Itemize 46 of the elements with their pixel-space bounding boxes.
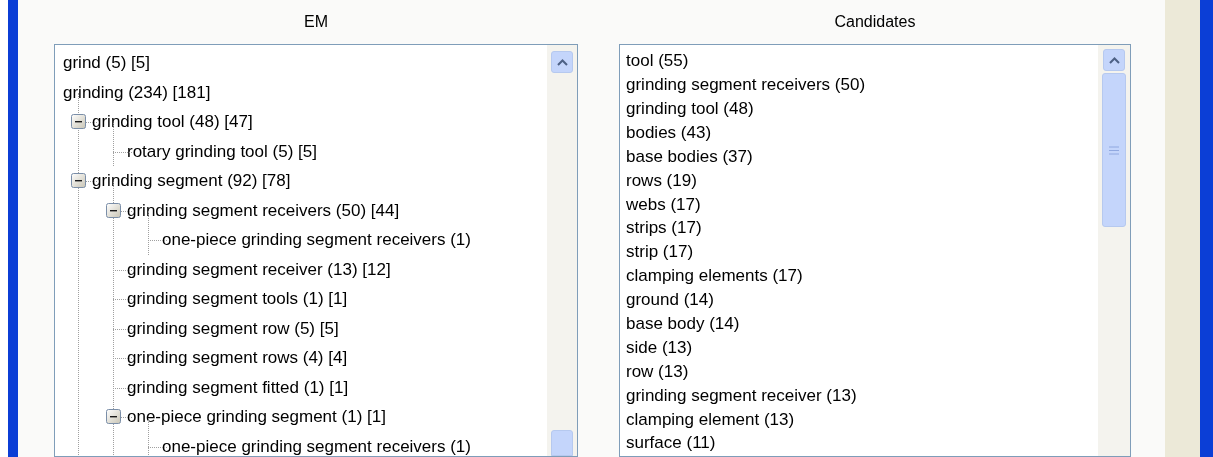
- tree-item[interactable]: grinding segment receivers (50) [44]: [127, 197, 400, 223]
- chevron-up-icon: [556, 58, 568, 66]
- list-item[interactable]: rows (19): [626, 167, 697, 194]
- tree-item[interactable]: grinding tool (48) [47]: [92, 109, 253, 135]
- tree-item[interactable]: grinding segment (92) [78]: [92, 168, 291, 194]
- collapse-icon[interactable]: [106, 409, 121, 425]
- list-item[interactable]: base body (14): [626, 311, 740, 337]
- list-item[interactable]: bodies (43): [626, 119, 712, 146]
- list-item[interactable]: tool (55): [626, 48, 689, 74]
- scrollbar[interactable]: [1098, 45, 1130, 456]
- scroll-up-button[interactable]: [1103, 49, 1125, 71]
- tree-item[interactable]: grinding segment row (5) [5]: [127, 315, 339, 341]
- tree-item[interactable]: grinding segment receiver (13) [12]: [127, 256, 391, 282]
- list-item[interactable]: ground (14): [626, 287, 714, 313]
- list-item[interactable]: base bodies (37): [626, 143, 753, 170]
- collapse-icon[interactable]: [71, 173, 86, 189]
- chevron-up-icon: [1108, 56, 1120, 64]
- tree-item[interactable]: one-piece grinding segment receivers (1): [162, 227, 471, 253]
- tree-item[interactable]: one-piece grinding segment (1) [1]: [127, 404, 386, 430]
- tree-item[interactable]: one-piece grinding segment receivers (1): [162, 433, 471, 456]
- scroll-thumb[interactable]: [551, 430, 573, 456]
- tree-item[interactable]: rotary grinding tool (5) [5]: [127, 138, 317, 164]
- list-item[interactable]: grinding tool (48): [626, 96, 754, 122]
- tree-item[interactable]: grinding segment tools (1) [1]: [127, 286, 348, 312]
- grip-icon: [1109, 145, 1119, 155]
- list-item[interactable]: row (13): [626, 358, 689, 385]
- scrollbar[interactable]: [547, 45, 577, 456]
- list-item[interactable]: clamping element (13): [626, 406, 795, 433]
- tree-item[interactable]: grinding (234) [181]: [63, 79, 211, 105]
- list-item[interactable]: webs (17): [626, 191, 701, 218]
- list-item[interactable]: clamping elements (17): [626, 263, 803, 289]
- panel-heading: EM: [304, 12, 328, 32]
- list-item[interactable]: grinding segment receivers (50): [626, 72, 866, 98]
- list-item[interactable]: grinding segment receiver (13): [626, 382, 857, 409]
- collapse-icon[interactable]: [71, 114, 86, 130]
- scroll-thumb[interactable]: [1102, 73, 1126, 227]
- tree-item[interactable]: grinding segment rows (4) [4]: [127, 345, 348, 371]
- collapse-icon[interactable]: [106, 202, 121, 218]
- list-item[interactable]: surface (11): [626, 430, 716, 456]
- scroll-up-button[interactable]: [551, 51, 573, 73]
- panel-heading: Candidates: [834, 12, 916, 32]
- tree-item[interactable]: grind (5) [5]: [63, 50, 150, 76]
- tree-item[interactable]: grinding segment fitted (1) [1]: [127, 374, 349, 400]
- list-item[interactable]: side (13): [626, 334, 693, 361]
- list-item[interactable]: strips (17): [626, 215, 702, 241]
- list-item[interactable]: strip (17): [626, 239, 694, 265]
